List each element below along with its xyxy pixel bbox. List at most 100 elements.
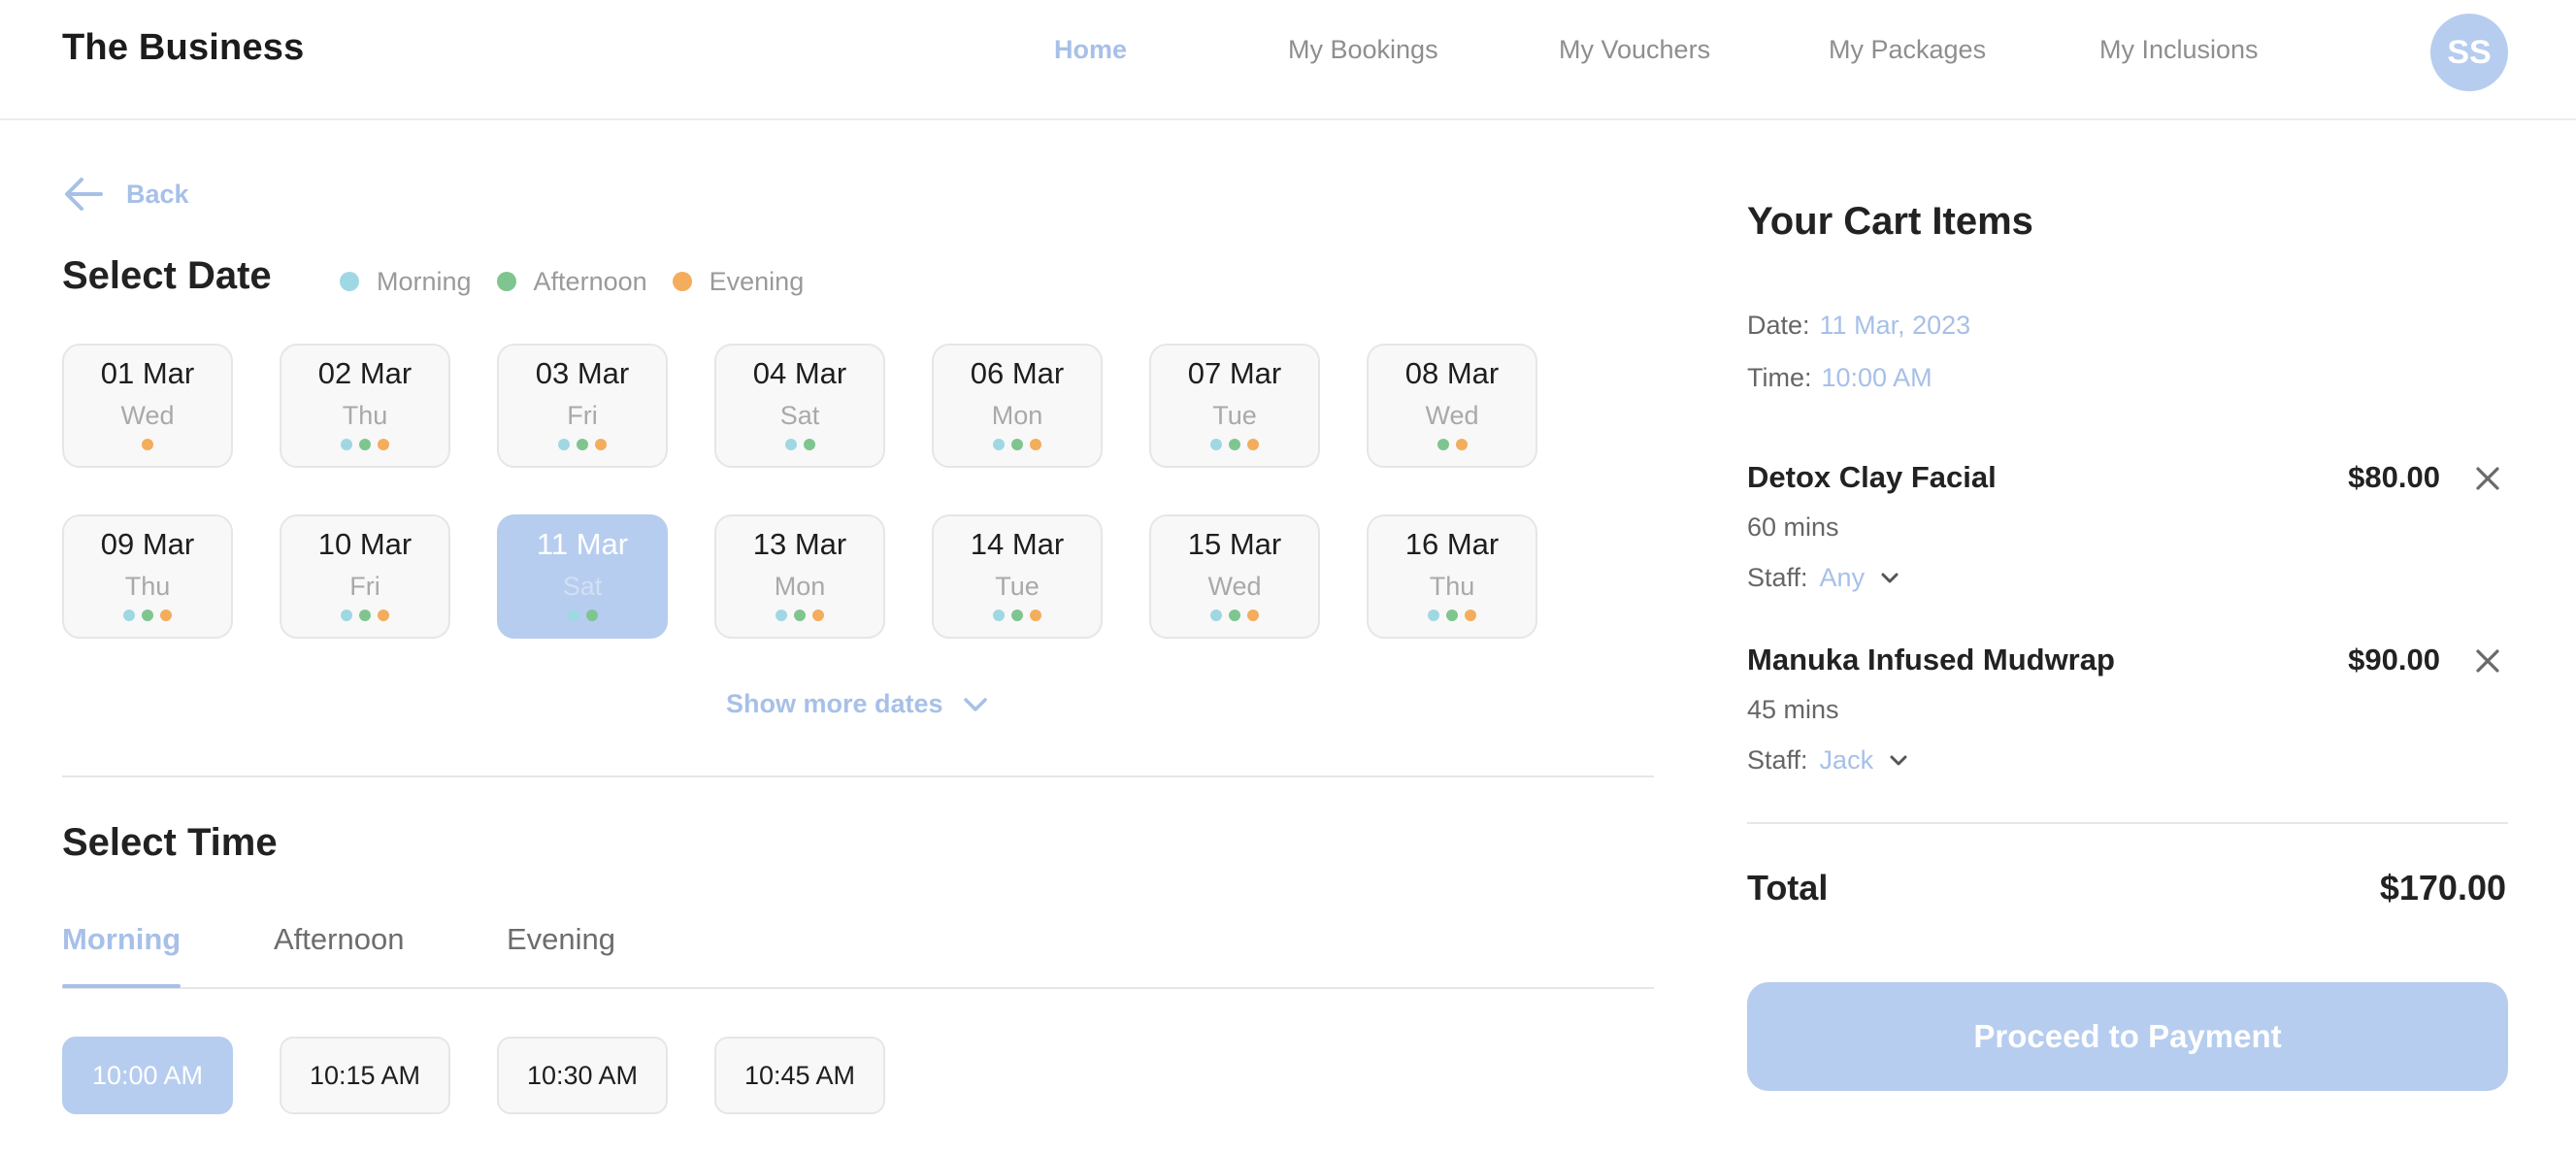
afternoon-dot-icon <box>803 439 815 450</box>
morning-dot-icon <box>1428 610 1439 621</box>
availability-dots <box>1151 610 1318 623</box>
date-card-date: 15 Mar <box>1187 527 1282 561</box>
afternoon-dot-icon <box>1446 610 1458 621</box>
date-card[interactable]: 03 Mar Fri <box>497 344 668 468</box>
date-card-date: 11 Mar <box>536 527 629 561</box>
date-card-weekday: Wed <box>1425 401 1479 430</box>
legend-afternoon: Afternoon <box>496 267 647 297</box>
legend-label: Evening <box>709 266 805 296</box>
morning-dot-icon <box>567 610 579 621</box>
availability-dots <box>281 439 448 452</box>
availability-dots <box>934 439 1101 452</box>
legend-label: Morning <box>377 266 472 296</box>
date-card[interactable]: 08 Mar Wed <box>1367 344 1537 468</box>
date-card[interactable]: 06 Mar Mon <box>932 344 1103 468</box>
select-date-title: Select Date <box>62 254 272 297</box>
availability-dots <box>716 439 883 452</box>
date-card-date: 06 Mar <box>970 356 1065 390</box>
chevron-down-icon <box>1890 755 1907 765</box>
afternoon-dot-icon <box>359 439 371 450</box>
evening-dot-icon <box>1247 439 1259 450</box>
cart-date-row: Date: 11 Mar, 2023 <box>1747 311 1970 341</box>
date-card[interactable]: 15 Mar Wed <box>1149 514 1320 639</box>
brand-name[interactable]: The Business <box>62 27 304 69</box>
availability-dots <box>499 439 666 452</box>
close-icon[interactable] <box>2473 464 2502 493</box>
time-slot[interactable]: 10:30 AM <box>497 1037 668 1114</box>
date-card[interactable]: 11 Mar Sat <box>497 514 668 639</box>
time-slot[interactable]: 10:45 AM <box>714 1037 885 1114</box>
tab-evening[interactable]: Evening <box>507 922 615 957</box>
evening-dot-icon <box>378 610 389 621</box>
active-tab-indicator <box>62 984 181 988</box>
back-button[interactable]: Back <box>62 175 189 214</box>
date-card-date: 01 Mar <box>100 356 195 390</box>
morning-dot-icon <box>340 272 359 291</box>
date-card[interactable]: 10 Mar Fri <box>280 514 450 639</box>
avatar[interactable]: SS <box>2430 14 2508 91</box>
staff-selector[interactable]: Staff: Jack <box>1747 745 1908 776</box>
availability-dots <box>499 610 666 623</box>
availability-dots <box>64 439 231 452</box>
evening-dot-icon <box>1030 439 1041 450</box>
total-label: Total <box>1747 868 1829 908</box>
date-card[interactable]: 02 Mar Thu <box>280 344 450 468</box>
date-card-date: 09 Mar <box>100 527 195 561</box>
date-card-date: 02 Mar <box>317 356 413 390</box>
legend-evening: Evening <box>672 266 805 297</box>
cart-date-value: 11 Mar, 2023 <box>1819 311 1971 340</box>
date-card[interactable]: 07 Mar Tue <box>1149 344 1320 468</box>
cart-item-duration: 45 mins <box>1747 695 1839 724</box>
date-card[interactable]: 04 Mar Sat <box>714 344 885 468</box>
tab-afternoon[interactable]: Afternoon <box>274 922 404 957</box>
show-more-dates-button[interactable]: Show more dates <box>726 689 988 719</box>
evening-dot-icon <box>812 610 824 621</box>
evening-dot-icon <box>1455 439 1468 450</box>
evening-dot-icon <box>672 272 692 291</box>
select-time-title: Select Time <box>62 821 278 864</box>
availability-dots <box>934 610 1101 623</box>
staff-value: Jack <box>1819 745 1874 775</box>
cart-time-value: 10:00 AM <box>1821 363 1932 392</box>
afternoon-dot-icon <box>585 610 598 621</box>
evening-dot-icon <box>595 439 607 450</box>
date-card-weekday: Fri <box>567 401 598 430</box>
morning-dot-icon <box>123 610 135 621</box>
legend-morning: Morning <box>340 267 472 297</box>
nav-home[interactable]: Home <box>1054 35 1127 65</box>
show-more-label: Show more dates <box>726 689 943 718</box>
morning-dot-icon <box>341 610 352 621</box>
tab-morning[interactable]: Morning <box>62 922 181 957</box>
availability-dots <box>1151 439 1318 452</box>
time-slot[interactable]: 10:00 AM <box>62 1037 233 1114</box>
nav-my-vouchers[interactable]: My Vouchers <box>1559 35 1710 65</box>
proceed-to-payment-button[interactable]: Proceed to Payment <box>1747 982 2508 1091</box>
date-card[interactable]: 16 Mar Thu <box>1367 514 1537 639</box>
evening-dot-icon <box>378 439 389 450</box>
close-icon[interactable] <box>2473 646 2502 676</box>
afternoon-dot-icon <box>794 610 806 621</box>
morning-dot-icon <box>993 610 1005 621</box>
nav-my-inclusions[interactable]: My Inclusions <box>2099 35 2259 65</box>
date-card-weekday: Thu <box>124 572 171 601</box>
date-card[interactable]: 01 Mar Wed <box>62 344 233 468</box>
evening-dot-icon <box>160 610 172 621</box>
nav-my-packages[interactable]: My Packages <box>1829 35 1986 65</box>
morning-dot-icon <box>341 439 352 450</box>
date-card-date: 04 Mar <box>752 356 847 390</box>
date-card-weekday: Thu <box>342 401 388 430</box>
date-card[interactable]: 14 Mar Tue <box>932 514 1103 639</box>
date-card[interactable]: 09 Mar Thu <box>62 514 233 639</box>
date-card-date: 08 Mar <box>1404 356 1500 390</box>
nav-my-bookings[interactable]: My Bookings <box>1288 35 1438 65</box>
evening-dot-icon <box>142 439 153 450</box>
cart-item-duration: 60 mins <box>1747 512 1839 542</box>
time-slot[interactable]: 10:15 AM <box>280 1037 450 1114</box>
afternoon-dot-icon <box>1011 610 1023 621</box>
total-value: $170.00 <box>2379 868 2506 908</box>
staff-selector[interactable]: Staff: Any <box>1747 563 1899 593</box>
date-card-weekday: Tue <box>1212 401 1257 430</box>
date-card-weekday: Fri <box>349 572 380 601</box>
date-card[interactable]: 13 Mar Mon <box>714 514 885 639</box>
cart-time-row: Time: 10:00 AM <box>1747 363 1932 393</box>
